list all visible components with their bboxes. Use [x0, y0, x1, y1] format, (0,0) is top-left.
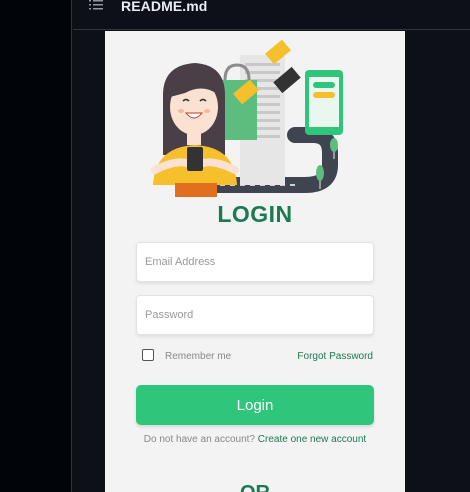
- signup-prompt: Do not have an account?: [143, 434, 255, 445]
- login-title: LOGIN: [217, 201, 293, 227]
- file-header: README.md: [73, 0, 470, 30]
- signup-line: Do not have an account? Create one new a…: [105, 434, 405, 445]
- forgot-password-link[interactable]: Forgot Password: [297, 351, 373, 362]
- outline-list-icon[interactable]: [88, 0, 104, 13]
- shopping-girl-illustration: [151, 39, 343, 197]
- file-name[interactable]: README.md: [121, 0, 207, 14]
- remember-me-checkbox[interactable]: [142, 349, 154, 361]
- email-field[interactable]: [136, 242, 374, 282]
- password-field[interactable]: [136, 295, 374, 335]
- remember-me-label: Remember me: [165, 351, 232, 362]
- login-screen-image: LOGIN Remember me Forgot Password Login …: [105, 31, 405, 492]
- create-account-link[interactable]: Create one new account: [258, 434, 366, 445]
- or-divider-label: OR: [105, 482, 405, 492]
- password-input[interactable]: [137, 296, 373, 334]
- left-pane: [0, 0, 72, 492]
- email-input[interactable]: [137, 243, 373, 281]
- login-button[interactable]: Login: [136, 385, 374, 425]
